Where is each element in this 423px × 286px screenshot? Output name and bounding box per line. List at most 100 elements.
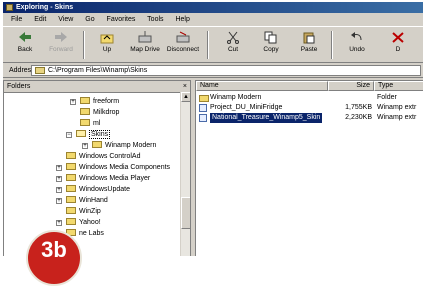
folders-scrollbar[interactable]: ▲ [180,92,190,256]
tree-item-label: Windows Media Components [79,164,171,171]
folders-pane: Folders × + freeform Milkdrop ml − Skins… [3,80,191,256]
file-row-selected[interactable]: National_Treasure_Winamp5_Skin 2,230KB W… [196,113,423,123]
expand-icon[interactable]: + [56,198,62,204]
tree-item-label: Windows Media Player [79,175,151,182]
folder-icon [66,185,76,192]
expand-icon[interactable]: + [82,143,88,149]
back-button[interactable]: Back [7,30,43,60]
tree-item-label: freeform [93,98,120,105]
forward-label: Forward [49,46,73,53]
tree-item-label: Milkdrop [93,109,120,116]
address-bar: Address C:\Program Files\Winamp\Skins [3,64,423,78]
title-bar[interactable]: Exploring - Skins [3,2,423,13]
winamp-skin-file-icon [199,114,207,122]
file-name: Winamp Modern [210,94,262,101]
scrollbar-thumb[interactable] [181,197,190,229]
tree-item-label: WinZip [79,208,101,215]
tree-item-winzip[interactable]: WinZip [66,207,101,217]
tree-item-freeform[interactable]: + freeform [70,97,120,107]
explorer-window: Exploring - Skins File Edit View Go Favo… [2,1,423,256]
close-icon[interactable]: × [183,81,187,92]
collapse-icon[interactable]: − [66,132,72,138]
column-header-name[interactable]: Name [196,81,328,91]
up-label: Up [102,46,112,53]
column-header-size[interactable]: Size [328,81,374,91]
expand-icon[interactable]: + [56,220,62,226]
up-button[interactable]: Up [89,30,125,60]
tree-item-yahoo[interactable]: + Yahoo! [56,218,101,228]
tree-item-windows-controlad[interactable]: Windows ControlAd [66,152,140,162]
tree-item-windows-media-player[interactable]: + Windows Media Player [56,174,151,184]
expand-icon[interactable]: + [70,99,76,105]
step-badge: 3b [26,230,82,286]
folder-icon [80,108,90,115]
cut-label: Cut [227,46,239,53]
folder-icon [66,196,76,203]
tree-item-milkdrop[interactable]: Milkdrop [80,108,119,118]
disconnect-label: Disconnect [166,46,200,53]
folder-icon [80,97,90,104]
expand-icon[interactable]: + [56,187,62,193]
expand-icon[interactable]: + [56,165,62,171]
menu-view[interactable]: View [58,16,73,23]
address-input[interactable]: C:\Program Files\Winamp\Skins [31,65,421,76]
copy-icon [264,31,278,44]
copy-button[interactable]: Copy [253,30,289,60]
file-row[interactable]: Project_DU_MiniFridge 1,755KB Winamp ext… [196,103,423,113]
disconnect-icon [176,31,190,44]
tree-item-winhand[interactable]: + WinHand [56,196,108,206]
tree-item-ml[interactable]: ml [80,119,100,129]
tree-item-label: Yahoo! [79,219,101,226]
tree-item-label: ne Labs [79,230,104,237]
folder-icon [66,152,76,159]
file-type: Winamp extr [377,114,417,121]
delete-button[interactable]: D [383,30,413,60]
folder-icon [66,207,76,214]
paste-icon [302,31,316,44]
map-drive-button[interactable]: Map Drive [127,30,163,60]
back-label: Back [17,46,33,53]
toolbar: Back Forward Up Map Drive Disconnect Cut… [3,26,423,63]
tree-item-label: WindowsUpdate [79,186,130,193]
menu-go[interactable]: Go [85,16,94,23]
tree-item-label: Winamp Modern [105,142,157,149]
delete-icon [391,31,405,44]
tree-item-windowsupdate[interactable]: + WindowsUpdate [56,185,130,195]
forward-button[interactable]: Forward [43,30,79,60]
map-drive-icon [138,31,152,44]
undo-label: Undo [349,46,365,53]
disconnect-button[interactable]: Disconnect [165,30,201,60]
undo-button[interactable]: Undo [339,30,375,60]
folders-pane-title: Folders [7,83,31,90]
toolbar-separator [83,31,85,59]
folder-icon [35,67,45,74]
scroll-up-icon[interactable]: ▲ [181,92,190,102]
menu-favorites[interactable]: Favorites [107,16,136,23]
menu-file[interactable]: File [11,16,22,23]
column-header-type[interactable]: Type [374,81,423,91]
folders-pane-header: Folders × [4,81,190,93]
menu-help[interactable]: Help [175,16,189,23]
expand-icon[interactable]: + [56,176,62,182]
explorer-folder-icon [6,4,13,11]
tree-item-skins[interactable]: − Skins [66,130,111,140]
winamp-skin-file-icon [199,104,207,112]
address-value: C:\Program Files\Winamp\Skins [48,67,148,74]
folder-icon [66,218,76,225]
paste-button[interactable]: Paste [291,30,327,60]
tree-item-label: ml [93,120,101,127]
file-type: Winamp extr [377,104,417,111]
file-row[interactable]: Winamp Modern Folder [196,93,423,103]
scissors-icon [226,31,240,44]
folder-icon [199,95,209,102]
tree-item-label: Windows ControlAd [79,153,141,160]
tree-item-windows-media-components[interactable]: + Windows Media Components [56,163,171,173]
menu-tools[interactable]: Tools [147,16,163,23]
tree-item-label: WinHand [79,197,108,204]
tree-item-winamp-modern[interactable]: + Winamp Modern [82,141,157,151]
delete-label: D [395,46,401,53]
menu-edit[interactable]: Edit [34,16,46,23]
folder-icon [66,163,76,170]
file-name: National_Treasure_Winamp5_Skin [210,113,323,123]
cut-button[interactable]: Cut [215,30,251,60]
